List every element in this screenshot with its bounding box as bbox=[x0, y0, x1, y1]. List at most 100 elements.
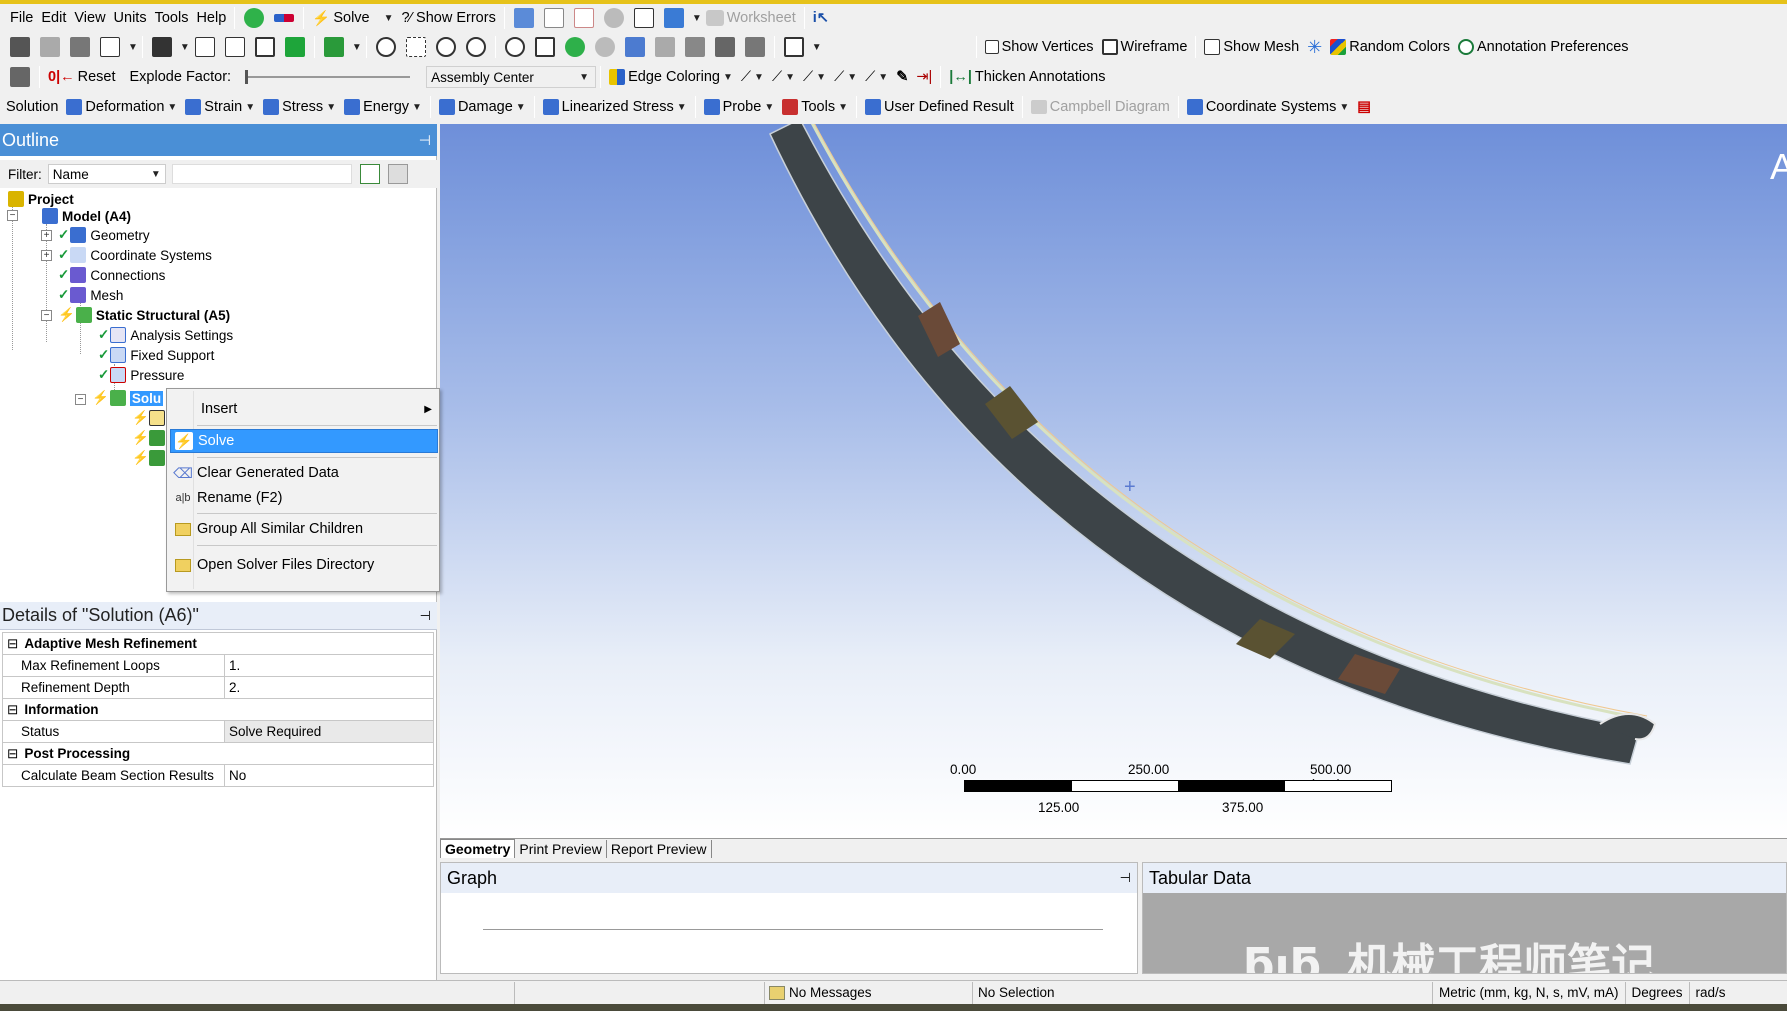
tree-arrow-icon[interactable] bbox=[274, 14, 295, 22]
collapse-icon[interactable]: − bbox=[75, 394, 86, 405]
tag-icon[interactable] bbox=[744, 37, 765, 57]
campbell-diagram-button[interactable]: Campbell Diagram bbox=[1027, 94, 1174, 120]
triad-icon[interactable]: ✳ bbox=[1303, 34, 1326, 60]
window-layout-icon[interactable] bbox=[783, 37, 804, 57]
select-mode-icon[interactable] bbox=[10, 37, 30, 57]
deformation-button[interactable]: Deformation ▼ bbox=[62, 94, 181, 120]
row-calculate-beam-section-results[interactable]: Calculate Beam Section Results No bbox=[2, 764, 434, 787]
pin-icon[interactable]: ⊣ bbox=[419, 132, 431, 149]
collapse-icon[interactable]: ⊟ bbox=[7, 702, 18, 717]
menu-item-rename[interactable]: a|b Rename (F2) bbox=[170, 486, 438, 510]
menu-help[interactable]: Help bbox=[192, 5, 230, 31]
user-defined-result-button[interactable]: User Defined Result bbox=[861, 94, 1018, 120]
tree-item-solution-information[interactable]: ⚡ bbox=[132, 408, 169, 428]
zoom-in-icon[interactable] bbox=[465, 37, 486, 57]
tree-item-coordinate-systems[interactable]: ✓ Coordinate Systems bbox=[58, 245, 212, 265]
rotate-icon[interactable] bbox=[375, 37, 396, 57]
tree-item-pressure[interactable]: ✓ Pressure bbox=[98, 365, 184, 385]
xyz-select-icon[interactable] bbox=[70, 37, 90, 57]
iso-icon[interactable] bbox=[624, 37, 645, 57]
edge-style-1[interactable]: ⟋ ▼ bbox=[737, 64, 768, 90]
row-max-refinement-loops[interactable]: Max Refinement Loops 1. bbox=[2, 654, 434, 677]
tree-item-fixed-support[interactable]: ✓ Fixed Support bbox=[98, 345, 214, 365]
menu-tools[interactable]: Tools bbox=[151, 5, 193, 31]
chevron-down-icon[interactable]: ▼ bbox=[692, 13, 702, 24]
collapse-icon[interactable]: ⊟ bbox=[7, 636, 18, 651]
status-degrees[interactable]: Degrees bbox=[1626, 981, 1690, 1004]
coordinate-systems-button[interactable]: Coordinate Systems ▼ bbox=[1183, 94, 1353, 120]
tree-item-connections[interactable]: ✓ Connections bbox=[58, 265, 165, 285]
energy-button[interactable]: Energy ▼ bbox=[340, 94, 426, 120]
stress-button[interactable]: Stress ▼ bbox=[259, 94, 340, 120]
expand-icon[interactable]: + bbox=[41, 230, 52, 241]
vertex-select-icon[interactable] bbox=[194, 37, 215, 57]
probe-icon[interactable] bbox=[603, 8, 624, 28]
show-errors-button[interactable]: ?∕ Show Errors bbox=[398, 5, 500, 31]
menu-item-solve[interactable]: ⚡ Solve bbox=[170, 429, 438, 453]
edge-select-icon[interactable] bbox=[224, 37, 245, 57]
filter-type-select[interactable]: Name ▼ bbox=[47, 164, 166, 184]
tree-item-mesh[interactable]: ✓ Mesh bbox=[58, 285, 123, 305]
face-select-icon[interactable] bbox=[254, 37, 275, 57]
graphics-viewport[interactable]: + A 0.00 250.00 500.00 (mm) 125.00 375.0… bbox=[440, 124, 1787, 838]
tree-item-result-1[interactable]: ⚡ bbox=[132, 428, 169, 448]
wireframe-button[interactable]: Wireframe bbox=[1098, 34, 1192, 60]
tree-item-model[interactable]: Model (A4) bbox=[42, 206, 131, 226]
abc-icon[interactable] bbox=[543, 8, 564, 28]
menu-view[interactable]: View bbox=[70, 5, 109, 31]
clear-filter-icon[interactable] bbox=[387, 164, 408, 184]
thicken-annotations-button[interactable]: |↔| Thicken Annotations bbox=[945, 64, 1109, 90]
chevron-down-icon[interactable]: ▼ bbox=[384, 13, 394, 24]
pan-icon[interactable] bbox=[405, 37, 426, 57]
chevron-down-icon[interactable]: ▼ bbox=[352, 42, 362, 53]
thickness-icon[interactable]: ⇥| bbox=[912, 64, 936, 90]
status-units[interactable]: Metric (mm, kg, N, s, mV, mA) bbox=[1433, 981, 1626, 1004]
edge-style-5[interactable]: ⟋ ▼ bbox=[861, 64, 892, 90]
extend-selection-icon[interactable] bbox=[323, 37, 344, 57]
random-colors-button[interactable]: Random Colors bbox=[1326, 34, 1454, 60]
zoom-to-fit-icon[interactable] bbox=[504, 37, 525, 57]
select-disabled-icon[interactable] bbox=[40, 37, 60, 57]
property-value[interactable]: 2. bbox=[224, 676, 434, 699]
view-cube-icon[interactable] bbox=[663, 8, 684, 28]
group-post-processing[interactable]: ⊟ Post Processing bbox=[2, 742, 434, 765]
text-annotation-icon[interactable] bbox=[633, 8, 654, 28]
chevron-down-icon[interactable]: ▼ bbox=[128, 42, 138, 53]
tab-geometry[interactable]: Geometry bbox=[440, 839, 516, 858]
probe-button[interactable]: Probe ▼ bbox=[700, 94, 779, 120]
expand-icon[interactable]: + bbox=[41, 250, 52, 261]
annotation-preferences-button[interactable]: Annotation Preferences bbox=[1454, 34, 1633, 60]
leaf-spring-model[interactable]: + A bbox=[440, 124, 1787, 838]
row-status[interactable]: Status Solve Required bbox=[2, 720, 434, 743]
group-information[interactable]: ⊟ Information bbox=[2, 698, 434, 721]
show-mesh-button[interactable]: Show Mesh bbox=[1200, 34, 1303, 60]
tree-item-result-2[interactable]: ⚡ bbox=[132, 448, 169, 468]
previous-view-icon[interactable] bbox=[654, 37, 675, 57]
linearized-stress-button[interactable]: Linearized Stress ▼ bbox=[539, 94, 691, 120]
pin-icon[interactable]: ⊣ bbox=[1120, 870, 1131, 886]
next-view-icon[interactable] bbox=[684, 37, 705, 57]
row-refinement-depth[interactable]: Refinement Depth 2. bbox=[2, 676, 434, 699]
worksheet-button[interactable]: Worksheet bbox=[702, 5, 800, 31]
menu-item-insert[interactable]: Insert ▶ bbox=[170, 397, 438, 421]
print-icon[interactable] bbox=[714, 37, 735, 57]
menu-item-clear-generated-data[interactable]: ⌫ Clear Generated Data bbox=[170, 461, 438, 485]
pointer-icon[interactable] bbox=[151, 37, 172, 57]
damage-button[interactable]: Damage ▼ bbox=[435, 94, 530, 120]
tab-report-preview[interactable]: Report Preview bbox=[607, 840, 712, 858]
pin-icon[interactable]: ✎ bbox=[892, 64, 912, 90]
property-value[interactable]: No bbox=[224, 764, 434, 787]
tools-button[interactable]: Tools ▼ bbox=[778, 94, 852, 120]
collapse-icon[interactable]: ⊟ bbox=[7, 746, 18, 761]
spring-body[interactable] bbox=[769, 124, 1641, 765]
menu-item-group-all-similar-children[interactable]: Group All Similar Children bbox=[170, 517, 438, 541]
edge-coloring-button[interactable]: Edge Coloring ▼ bbox=[605, 64, 737, 90]
status-messages[interactable]: No Messages bbox=[765, 981, 973, 1004]
info-cursor-icon[interactable]: i↖ bbox=[809, 5, 833, 31]
tree-item-analysis-settings[interactable]: ✓ Analysis Settings bbox=[98, 325, 233, 345]
menu-edit[interactable]: Edit bbox=[37, 5, 70, 31]
edge-style-4[interactable]: ⟋ ▼ bbox=[830, 64, 861, 90]
assembly-center-select[interactable]: Assembly Center ▼ bbox=[426, 66, 597, 88]
slider-handle[interactable] bbox=[245, 70, 249, 84]
strain-button[interactable]: Strain ▼ bbox=[181, 94, 259, 120]
